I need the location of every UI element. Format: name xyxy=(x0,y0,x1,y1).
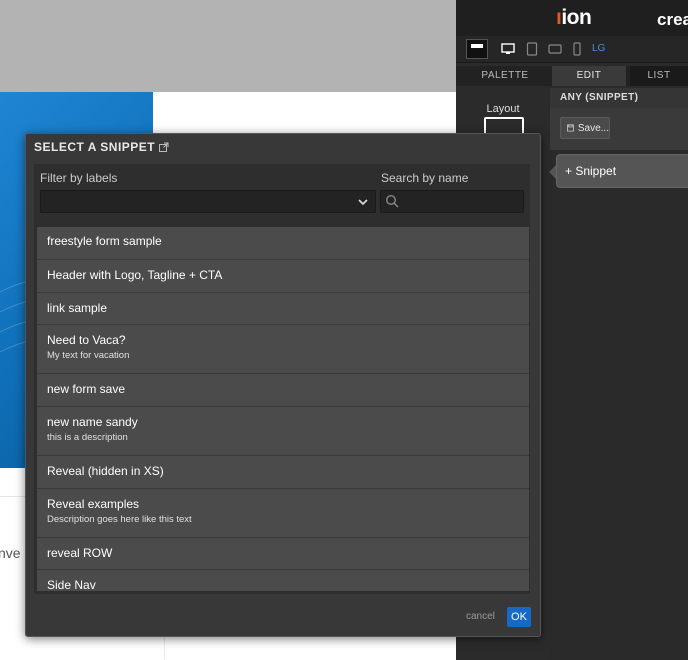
snippet-name: Reveal examples xyxy=(47,497,140,511)
snippet-item[interactable]: Need to Vaca? My text for vacation xyxy=(37,325,529,374)
ok-button[interactable]: OK xyxy=(507,607,531,627)
page-body-text: nve xyxy=(0,545,21,561)
section-title: ANY (SNIPPET) xyxy=(560,92,639,103)
snippet-item[interactable]: freestyle form sample xyxy=(37,227,529,260)
snippet-description: My text for vacation xyxy=(47,350,130,361)
tablet-icon[interactable] xyxy=(524,41,540,57)
snippet-name: link sample xyxy=(47,301,108,315)
external-link-icon[interactable] xyxy=(159,142,169,152)
snippet-item[interactable]: reveal ROW xyxy=(37,538,529,570)
add-snippet-button[interactable]: + Snippet xyxy=(556,154,688,188)
device-toolbar: LG xyxy=(456,36,688,63)
save-button-label: Save... xyxy=(577,122,609,134)
search-label: Search by name xyxy=(381,171,469,185)
dialog-title-text: SELECT A SNIPPET xyxy=(34,140,156,154)
snippet-pointer-arrow xyxy=(549,165,556,179)
filter-by-labels-select[interactable] xyxy=(40,190,376,213)
snippet-name: Header with Logo, Tagline + CTA xyxy=(47,268,223,282)
cancel-button[interactable]: cancel xyxy=(466,611,495,622)
snippet-item[interactable]: Reveal examples Description goes here li… xyxy=(37,489,529,538)
snippet-name: Side Nav xyxy=(47,578,96,591)
chevron-down-icon xyxy=(358,199,368,206)
dialog-title: SELECT A SNIPPET xyxy=(34,140,169,154)
snippet-item[interactable]: link sample xyxy=(37,293,529,325)
snippet-item[interactable]: new name sandy this is a description xyxy=(37,407,529,456)
device-size-label[interactable]: LG xyxy=(592,43,605,54)
snippet-item[interactable]: new form save xyxy=(37,374,529,407)
save-icon xyxy=(567,124,574,132)
snippet-name: new form save xyxy=(47,382,126,396)
ion-logo: ıion xyxy=(556,6,592,29)
dialog-body: Filter by labels Search by name freestyl… xyxy=(34,164,530,594)
snippet-list: freestyle form sample Header with Logo, … xyxy=(37,227,529,591)
brand-name: crea xyxy=(657,10,688,29)
search-icon xyxy=(385,194,399,208)
editor-tabs: PALETTE EDIT LIST xyxy=(456,66,688,86)
snippet-item[interactable]: Header with Logo, Tagline + CTA xyxy=(37,260,529,293)
desktop-icon[interactable] xyxy=(500,41,516,57)
search-input[interactable] xyxy=(380,190,524,213)
phone-icon[interactable] xyxy=(569,41,585,57)
snippet-description: Description goes here like this text xyxy=(47,514,192,525)
snippet-name: Reveal (hidden in XS) xyxy=(47,464,164,478)
save-button[interactable]: Save... xyxy=(560,117,610,139)
select-snippet-dialog: SELECT A SNIPPET Filter by labels Search… xyxy=(25,133,541,637)
tab-list[interactable]: LIST xyxy=(630,66,688,86)
page-header-area xyxy=(0,0,456,92)
snippet-item[interactable]: Reveal (hidden in XS) xyxy=(37,456,529,489)
tab-palette[interactable]: PALETTE xyxy=(462,66,548,86)
snippet-name: reveal ROW xyxy=(47,546,113,560)
snippet-description: this is a description xyxy=(47,432,128,443)
layout-label: Layout xyxy=(486,103,520,115)
filter-label: Filter by labels xyxy=(40,171,118,185)
snippet-name: new name sandy xyxy=(47,415,138,429)
snippet-name: freestyle form sample xyxy=(47,234,162,248)
full-screen-icon[interactable] xyxy=(466,39,488,59)
tab-edit[interactable]: EDIT xyxy=(552,66,626,86)
snippet-item[interactable]: Side Nav xyxy=(37,570,529,591)
snippet-name: Need to Vaca? xyxy=(47,333,126,347)
tablet-landscape-icon[interactable] xyxy=(547,41,563,57)
